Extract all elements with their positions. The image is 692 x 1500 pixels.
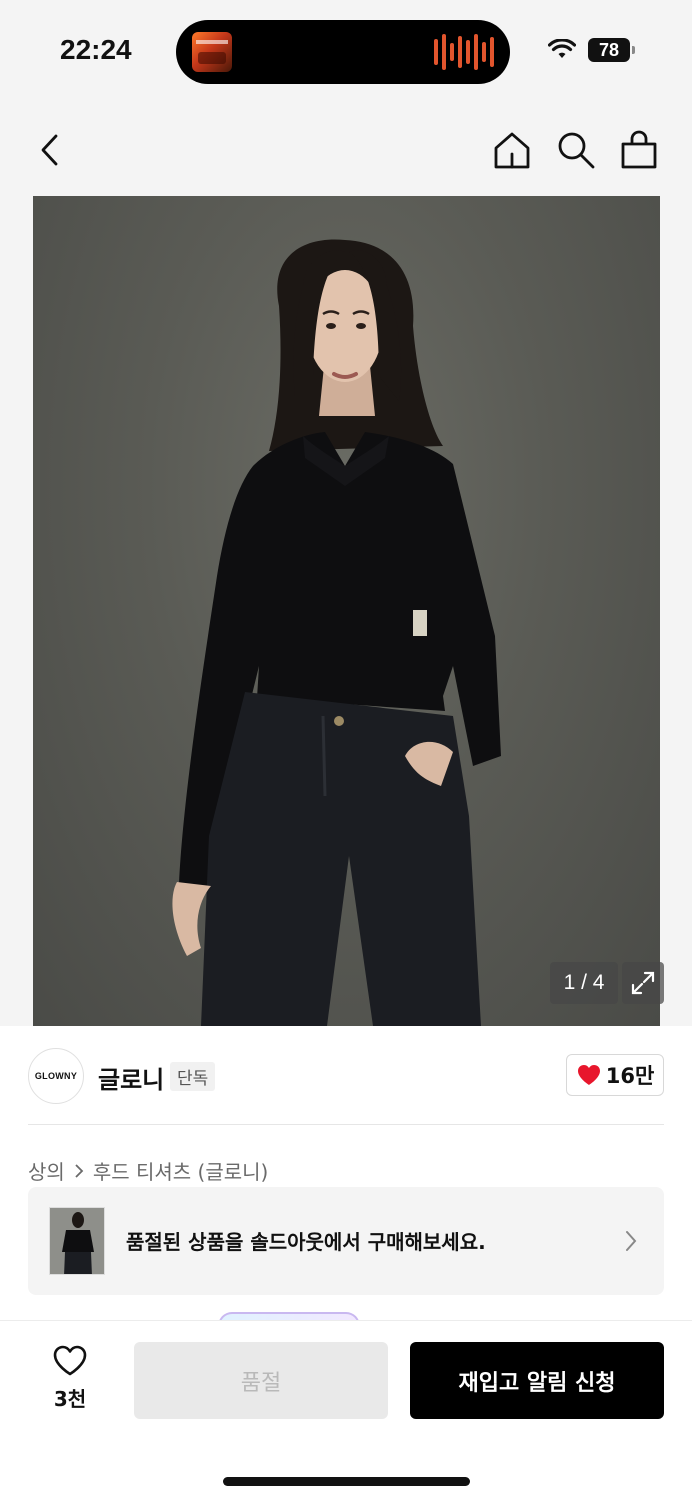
product-photo[interactable] <box>33 196 660 1026</box>
bottom-action-bar: 3천 품절 재입고 알림 신청 <box>0 1320 692 1500</box>
back-button[interactable] <box>28 128 72 172</box>
soldout-button: 품절 <box>134 1342 388 1419</box>
product-gallery[interactable]: 1 / 4 <box>0 196 692 1026</box>
search-button[interactable] <box>554 128 598 172</box>
now-playing-artwork <box>192 32 232 72</box>
shopping-bag-icon <box>621 130 657 169</box>
heart-outline-icon <box>53 1345 87 1376</box>
battery-indicator: 78 <box>588 38 635 62</box>
breadcrumb: 상의 후드 티셔츠 (글로니) <box>28 1156 268 1185</box>
home-indicator[interactable] <box>223 1477 470 1486</box>
dynamic-island[interactable] <box>176 20 510 84</box>
home-icon <box>494 132 530 169</box>
status-time: 22:24 <box>60 34 132 65</box>
exclusive-badge: 단독 <box>170 1062 216 1091</box>
search-icon <box>558 132 595 169</box>
expand-icon <box>631 971 655 995</box>
wifi-icon <box>548 39 576 58</box>
banner-text: 품절된 상품을 솔드아웃에서 구매해보세요. <box>126 1230 486 1254</box>
chevron-right-icon <box>626 1231 637 1251</box>
page-indicator: 1 / 4 <box>550 962 618 1004</box>
brand-like-button[interactable]: 16만 <box>566 1054 664 1096</box>
cart-button[interactable] <box>617 128 661 172</box>
soldout-banner[interactable]: 품절된 상품을 솔드아웃에서 구매해보세요. <box>28 1187 664 1295</box>
banner-thumbnail <box>49 1207 105 1275</box>
top-navigation <box>0 100 692 196</box>
model-photo-illustration <box>172 239 501 1026</box>
status-bar: 22:24 78 <box>0 0 692 100</box>
wishlist-count: 3천 <box>53 1387 87 1411</box>
brand-logo[interactable]: GLOWNY <box>28 1048 84 1104</box>
audio-visualizer-icon <box>434 34 494 70</box>
heart-filled-icon <box>577 1065 600 1085</box>
fullscreen-button[interactable] <box>622 962 664 1004</box>
breadcrumb-category[interactable]: 상의 <box>28 1156 65 1185</box>
chevron-right-icon <box>75 1163 84 1178</box>
divider <box>28 1124 664 1125</box>
chevron-left-icon <box>41 134 58 166</box>
breadcrumb-subcategory[interactable]: 후드 티셔츠 (글로니) <box>93 1156 269 1185</box>
brand-row: GLOWNY 글로니 단독 16만 <box>0 1026 692 1126</box>
wishlist-button[interactable]: 3천 <box>40 1345 100 1415</box>
brand-like-count: 16만 <box>605 1064 655 1088</box>
home-button[interactable] <box>490 128 534 172</box>
brand-name-link[interactable]: 글로니 <box>98 1060 164 1095</box>
status-icons: 78 <box>548 38 635 62</box>
restock-alert-button[interactable]: 재입고 알림 신청 <box>410 1342 664 1419</box>
